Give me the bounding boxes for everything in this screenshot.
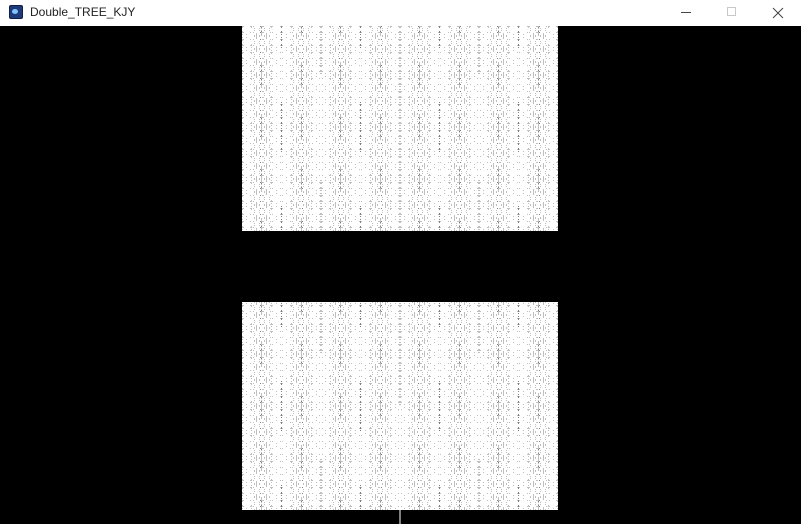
minimize-button[interactable] [663,0,709,26]
fractal-drawing [0,26,801,524]
maximize-button[interactable] [709,0,755,26]
maximize-icon [727,7,736,16]
app-icon [9,5,23,19]
h-tree-top [242,26,557,231]
h-tree-bottom [242,302,557,524]
minimize-icon [681,12,691,13]
drawing-canvas [0,26,801,524]
title-bar[interactable]: Double_TREE_KJY [0,0,801,26]
app-window: Double_TREE_KJY [0,0,801,524]
close-icon [772,7,784,19]
window-title: Double_TREE_KJY [30,5,135,19]
close-button[interactable] [755,0,801,26]
